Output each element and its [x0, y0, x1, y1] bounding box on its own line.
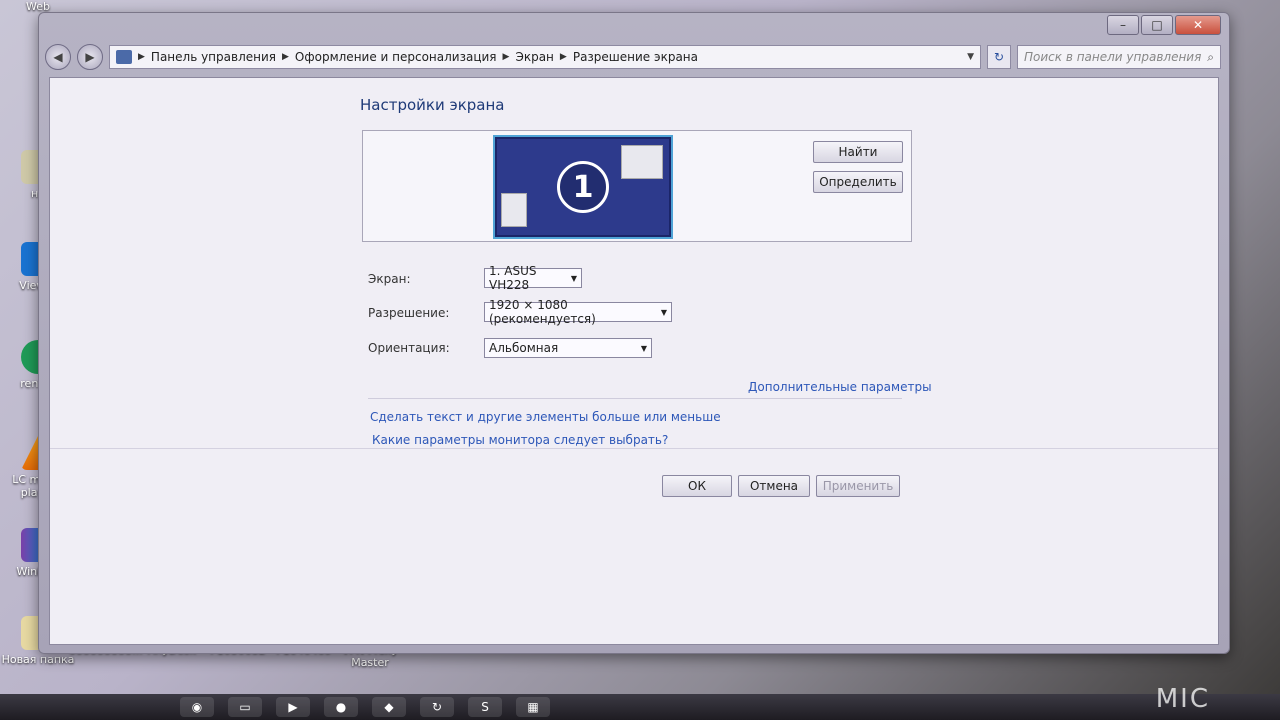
identify-button[interactable]: Определить: [813, 171, 903, 193]
breadcrumb-item[interactable]: Панель управления: [151, 50, 276, 64]
chevron-right-icon: ▶: [502, 52, 510, 62]
search-placeholder: Поиск в панели управления: [1024, 50, 1202, 64]
desktop-icon-label: Новая папка: [1, 653, 75, 666]
chevron-down-icon: ▼: [570, 273, 577, 283]
refresh-app-icon[interactable]: ↻: [420, 697, 454, 717]
app-icon[interactable]: ◆: [372, 697, 406, 717]
apply-button[interactable]: Применить: [816, 475, 900, 497]
chevron-right-icon: ▶: [138, 52, 145, 62]
monitor-help-link[interactable]: Какие параметры монитора следует выбрать…: [372, 433, 668, 447]
monitor-number: 1: [557, 161, 609, 213]
content-pane: Настройки экрана 1 Найти Определить Экра…: [49, 77, 1219, 645]
orientation-select-value: Альбомная: [489, 341, 559, 355]
breadcrumb[interactable]: ▶ Панель управления ▶ Оформление и персо…: [109, 45, 981, 69]
close-button[interactable]: ✕: [1175, 15, 1221, 35]
maximize-button[interactable]: □: [1141, 15, 1173, 35]
search-icon: ⌕: [1207, 49, 1214, 64]
chevron-right-icon: ▶: [282, 52, 289, 62]
mini-window-graphic: [501, 193, 527, 227]
chevron-down-icon: ▼: [660, 307, 667, 317]
search-input[interactable]: Поиск в панели управления ⌕: [1017, 45, 1221, 69]
chevron-down-icon[interactable]: ▼: [967, 52, 974, 62]
orientation-label: Ориентация:: [368, 341, 450, 355]
resolution-select[interactable]: 1920 × 1080 (рекомендуется) ▼: [484, 298, 672, 326]
forward-arrow-icon[interactable]: ▶: [77, 44, 103, 70]
find-button[interactable]: Найти: [813, 141, 903, 163]
window-controls: – □ ✕: [1107, 15, 1221, 35]
screen-select-value: 1. ASUS VH228: [489, 264, 537, 292]
chevron-right-icon: ▶: [559, 52, 567, 62]
watermark: MIC: [1155, 684, 1210, 714]
minimize-button[interactable]: –: [1107, 15, 1139, 35]
navigation-bar: ◀ ▶ ▶ Панель управления ▶ Оформление и п…: [45, 43, 1221, 71]
taskbar: ◉ ▭ ▶ ● ◆ ↻ S ▦: [0, 694, 1280, 720]
mini-window-graphic: [621, 145, 663, 179]
resolution-label: Разрешение:: [368, 306, 450, 320]
firefox-icon[interactable]: ●: [324, 697, 358, 717]
control-panel-icon: [116, 50, 132, 64]
monitor-1-tile[interactable]: 1: [493, 135, 673, 239]
back-arrow-icon[interactable]: ◀: [45, 44, 71, 70]
ok-button[interactable]: ОК: [662, 475, 732, 497]
breadcrumb-item[interactable]: Разрешение экрана: [573, 50, 698, 64]
divider: [368, 398, 902, 399]
text-size-link[interactable]: Сделать текст и другие элементы больше и…: [370, 410, 721, 424]
explorer-icon[interactable]: ▭: [228, 697, 262, 717]
page-title: Настройки экрана: [360, 96, 505, 114]
breadcrumb-item[interactable]: Оформление и персонализация: [295, 50, 497, 64]
footer-divider: [50, 448, 1218, 449]
breadcrumb-item[interactable]: Экран: [515, 50, 553, 64]
screen-label: Экран:: [368, 272, 411, 286]
chevron-down-icon: ▼: [640, 343, 647, 353]
control-panel-window: – □ ✕ ◀ ▶ ▶ Панель управления ▶ Оформлен…: [38, 12, 1230, 654]
refresh-icon[interactable]: ↻: [987, 45, 1011, 69]
chrome-icon[interactable]: ◉: [180, 697, 214, 717]
orientation-select[interactable]: Альбомная ▼: [484, 338, 652, 358]
screen-select[interactable]: 1. ASUS VH228 ▼: [484, 264, 582, 292]
cancel-button[interactable]: Отмена: [738, 475, 810, 497]
resolution-select-value: 1920 × 1080 (рекомендуется): [489, 298, 596, 326]
control-panel-icon[interactable]: ▦: [516, 697, 550, 717]
monitor-preview: 1 Найти Определить: [362, 130, 912, 242]
skype-icon[interactable]: S: [468, 697, 502, 717]
media-icon[interactable]: ▶: [276, 697, 310, 717]
advanced-settings-link[interactable]: Дополнительные параметры: [748, 380, 932, 394]
